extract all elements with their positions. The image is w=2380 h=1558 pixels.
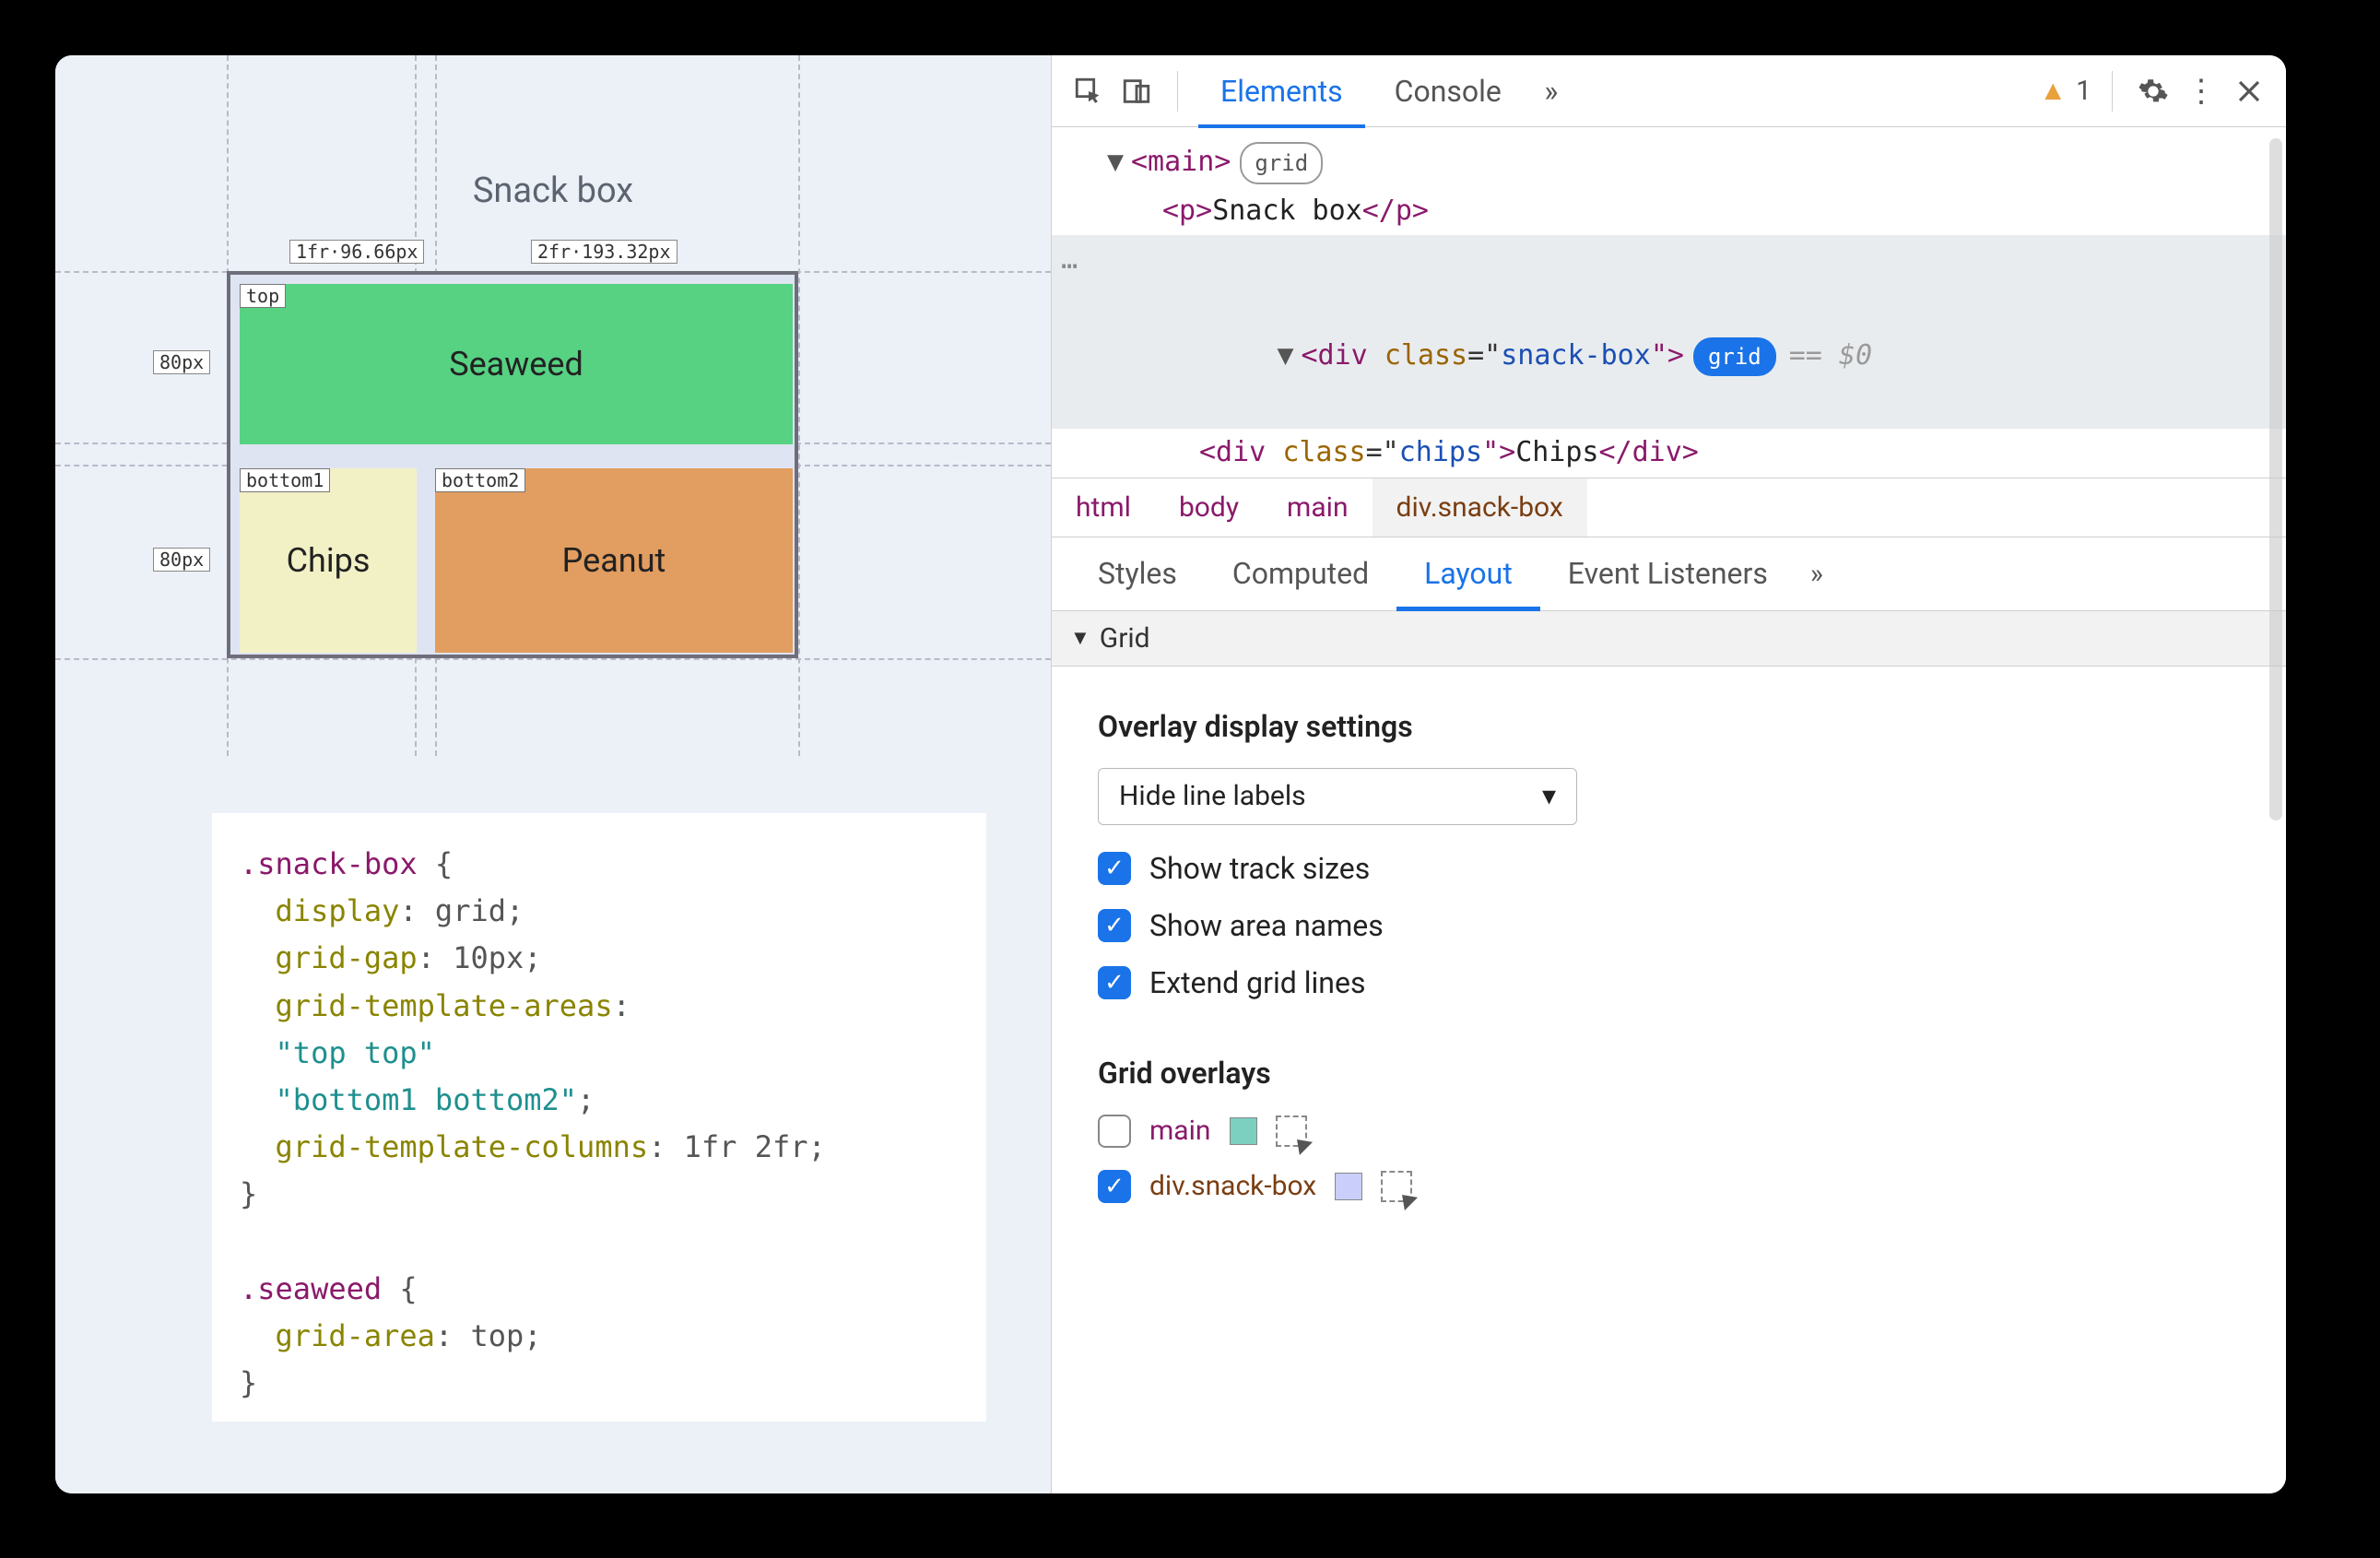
chevron-down-icon: ▾	[1542, 780, 1556, 812]
more-tabs-icon[interactable]: »	[1531, 71, 1572, 112]
app-window: Snack box 1fr·96.66px 2fr·193.32px 80px …	[55, 55, 2286, 1493]
dom-tree[interactable]: ▼<main>grid <p>Snack box</p> ⋯ ▼<div cla…	[1052, 127, 2286, 478]
overlay-name: div.snack-box	[1149, 1170, 1316, 1202]
dom-node-chips[interactable]: <div class="chips">Chips</div>	[1052, 429, 2286, 478]
crumb-main[interactable]: main	[1263, 478, 1373, 537]
crumb-snackbox[interactable]: div.snack-box	[1373, 478, 1587, 537]
highlight-element-icon[interactable]	[1276, 1115, 1307, 1147]
ellipsis-icon[interactable]: ⋯	[1061, 242, 1078, 291]
cell-text: Chips	[287, 541, 371, 580]
kebab-menu-icon[interactable]: ⋮	[2181, 71, 2221, 112]
warnings-count: 1	[2076, 75, 2091, 107]
checkbox-icon[interactable]: ✓	[1098, 1170, 1131, 1203]
area-name-tag: bottom1	[240, 468, 330, 492]
grid-col-label: 1fr·96.66px	[289, 240, 424, 264]
close-icon[interactable]	[2229, 71, 2269, 112]
grid-row-label: 80px	[153, 548, 210, 572]
cell-text: Seaweed	[449, 345, 583, 384]
subtab-computed[interactable]: Computed	[1205, 537, 1396, 610]
check-show-track-sizes[interactable]: ✓ Show track sizes	[1098, 851, 2240, 886]
layout-grid-header[interactable]: ▼ Grid	[1052, 611, 2286, 667]
css-code-block: .snack-box { display: grid; grid-gap: 10…	[212, 813, 986, 1422]
layout-grid-title: Grid	[1100, 622, 1150, 655]
grid-cell-peanut: bottom2 Peanut	[435, 468, 793, 653]
check-label: Show area names	[1149, 908, 1384, 943]
checkbox-icon[interactable]	[1098, 1115, 1131, 1148]
dom-node-p[interactable]: <p>Snack box</p>	[1052, 187, 2286, 236]
scrollbar[interactable]	[2269, 138, 2282, 820]
overlay-row-main[interactable]: main	[1098, 1115, 2240, 1148]
toolbar-separator	[1177, 71, 1178, 112]
device-toggle-icon[interactable]	[1116, 71, 1157, 112]
color-swatch[interactable]	[1230, 1117, 1257, 1145]
cell-text: Peanut	[562, 541, 666, 580]
checkbox-icon[interactable]: ✓	[1098, 909, 1131, 942]
tab-console[interactable]: Console	[1373, 55, 1524, 127]
grid-row-label: 80px	[153, 350, 210, 374]
checkbox-icon[interactable]: ✓	[1098, 966, 1131, 999]
overlay-settings-heading: Overlay display settings	[1098, 709, 2240, 744]
devtools-pane: Elements Console » ▲ 1 ⋮ ▼<main>grid <p>…	[1051, 55, 2286, 1493]
color-swatch[interactable]	[1335, 1173, 1362, 1200]
subtab-styles[interactable]: Styles	[1070, 537, 1205, 610]
warnings-badge[interactable]: ▲ 1	[2039, 75, 2091, 107]
crumb-body[interactable]: body	[1155, 478, 1263, 537]
line-labels-select[interactable]: Hide line labels ▾	[1098, 768, 1577, 825]
select-value: Hide line labels	[1119, 780, 1306, 812]
grid-overlays-heading: Grid overlays	[1098, 1056, 2240, 1091]
toolbar-separator	[2112, 71, 2113, 112]
grid-col-label: 2fr·193.32px	[531, 240, 677, 264]
overlay-row-snackbox[interactable]: ✓ div.snack-box	[1098, 1170, 2240, 1203]
check-show-area-names[interactable]: ✓ Show area names	[1098, 908, 2240, 943]
grid-cell-chips: bottom1 Chips	[240, 468, 417, 653]
page-title: Snack box	[55, 171, 1051, 211]
dom-node-snackbox[interactable]: ⋯ ▼<div class="snack-box">grid== $0	[1052, 235, 2286, 429]
styles-subtabs: Styles Computed Layout Event Listeners »	[1052, 537, 2286, 611]
page-preview-pane: Snack box 1fr·96.66px 2fr·193.32px 80px …	[55, 55, 1051, 1493]
highlight-element-icon[interactable]	[1381, 1171, 1412, 1202]
checkbox-icon[interactable]: ✓	[1098, 852, 1131, 885]
inspect-icon[interactable]	[1068, 71, 1109, 112]
warning-icon: ▲	[2039, 75, 2067, 107]
grid-badge-outline[interactable]: grid	[1240, 142, 1323, 184]
tab-elements[interactable]: Elements	[1198, 55, 1365, 127]
area-name-tag: top	[240, 284, 286, 308]
crumb-html[interactable]: html	[1052, 478, 1155, 537]
dom-eq0: == $0	[1789, 339, 1872, 372]
check-extend-grid-lines[interactable]: ✓ Extend grid lines	[1098, 965, 2240, 1000]
grid-container: top Seaweed bottom1 Chips bottom2 Peanut	[227, 271, 798, 658]
subtab-layout[interactable]: Layout	[1396, 537, 1540, 610]
check-label: Show track sizes	[1149, 851, 1370, 886]
grid-badge-solid[interactable]: grid	[1693, 337, 1776, 376]
subtab-event-listeners[interactable]: Event Listeners	[1540, 537, 1796, 610]
overlay-name: main	[1149, 1115, 1211, 1147]
devtools-toolbar: Elements Console » ▲ 1 ⋮	[1052, 55, 2286, 127]
dom-breadcrumb: html body main div.snack-box	[1052, 478, 2286, 537]
gear-icon[interactable]	[2133, 71, 2174, 112]
disclosure-triangle-icon: ▼	[1070, 626, 1090, 650]
grid-visualization: 1fr·96.66px 2fr·193.32px 80px 80px top S…	[227, 271, 807, 664]
grid-cell-seaweed: top Seaweed	[240, 284, 793, 444]
area-name-tag: bottom2	[435, 468, 525, 492]
more-subtabs-icon[interactable]: »	[1796, 537, 1838, 610]
check-label: Extend grid lines	[1149, 965, 1365, 1000]
layout-panel-body: Overlay display settings Hide line label…	[1052, 667, 2286, 1234]
dom-node-main[interactable]: ▼<main>grid	[1052, 138, 2286, 187]
